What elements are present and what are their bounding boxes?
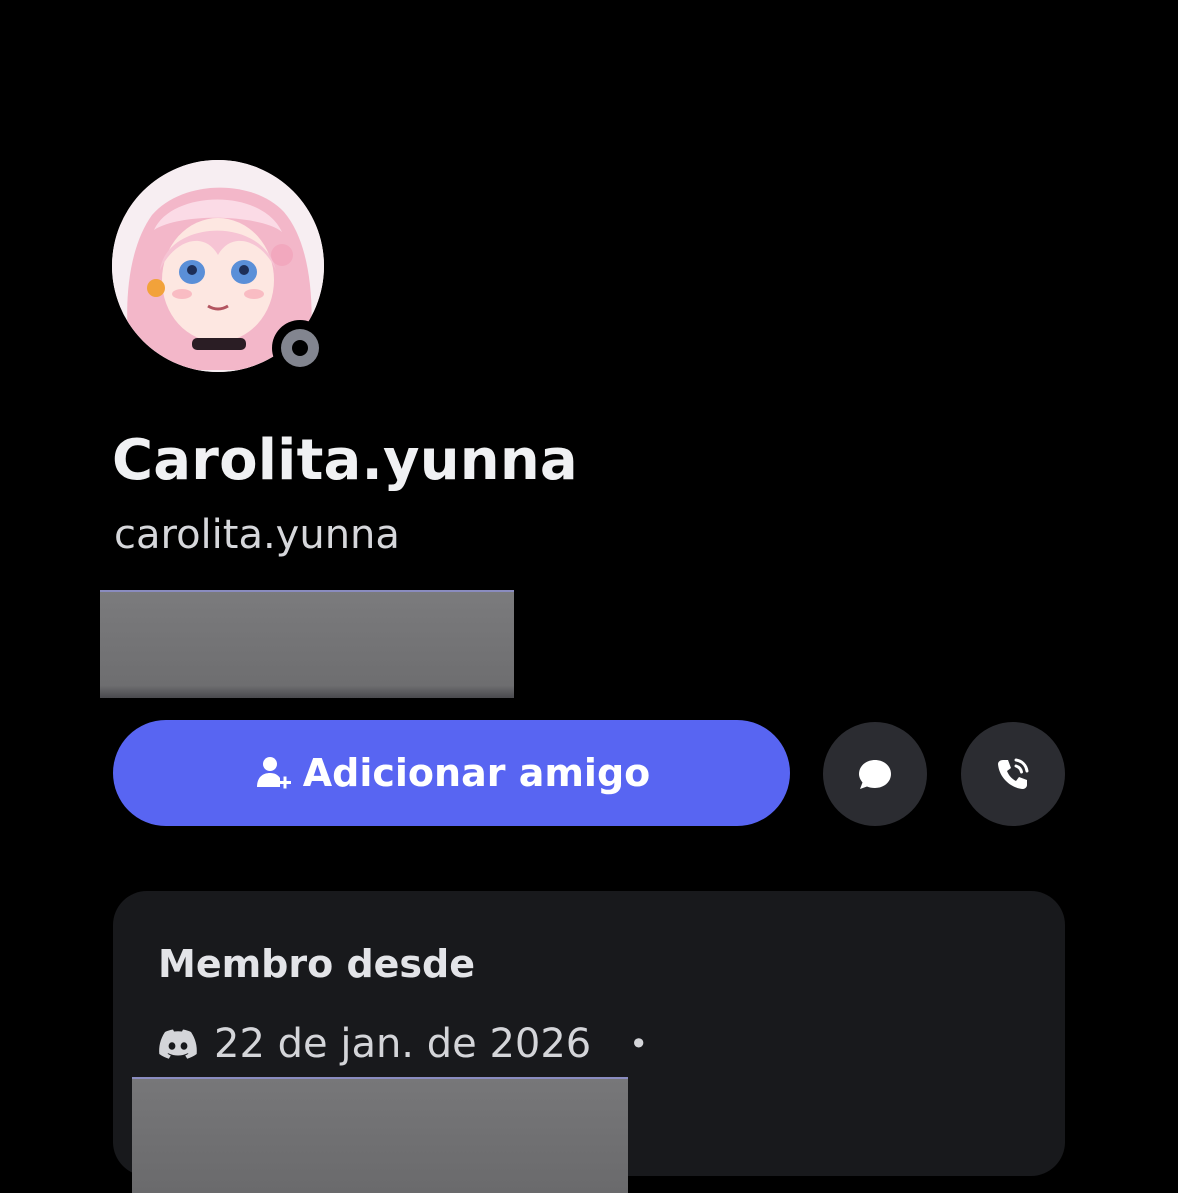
- call-button[interactable]: [961, 722, 1065, 826]
- add-user-icon: [256, 757, 291, 789]
- discord-icon: [159, 1029, 197, 1059]
- member-since-title: Membro desde: [158, 942, 476, 986]
- separator-dot: •: [629, 1025, 649, 1063]
- offline-status-icon: [281, 329, 319, 367]
- member-since-date: 22 de jan. de 2026: [214, 1021, 592, 1067]
- add-friend-label: Adicionar amigo: [302, 751, 651, 795]
- phone-call-icon: [998, 758, 1029, 789]
- redacted-block: [100, 590, 514, 698]
- redacted-block: [132, 1077, 628, 1193]
- member-since-row: 22 de jan. de 2026 •: [158, 1016, 648, 1072]
- avatar-container[interactable]: [112, 160, 328, 376]
- status-indicator: [272, 320, 328, 376]
- add-friend-button[interactable]: Adicionar amigo: [113, 720, 790, 826]
- display-name: Carolita.yunna: [112, 428, 578, 493]
- chat-bubble-icon: [859, 760, 891, 789]
- message-button[interactable]: [823, 722, 927, 826]
- username: carolita.yunna: [114, 512, 400, 558]
